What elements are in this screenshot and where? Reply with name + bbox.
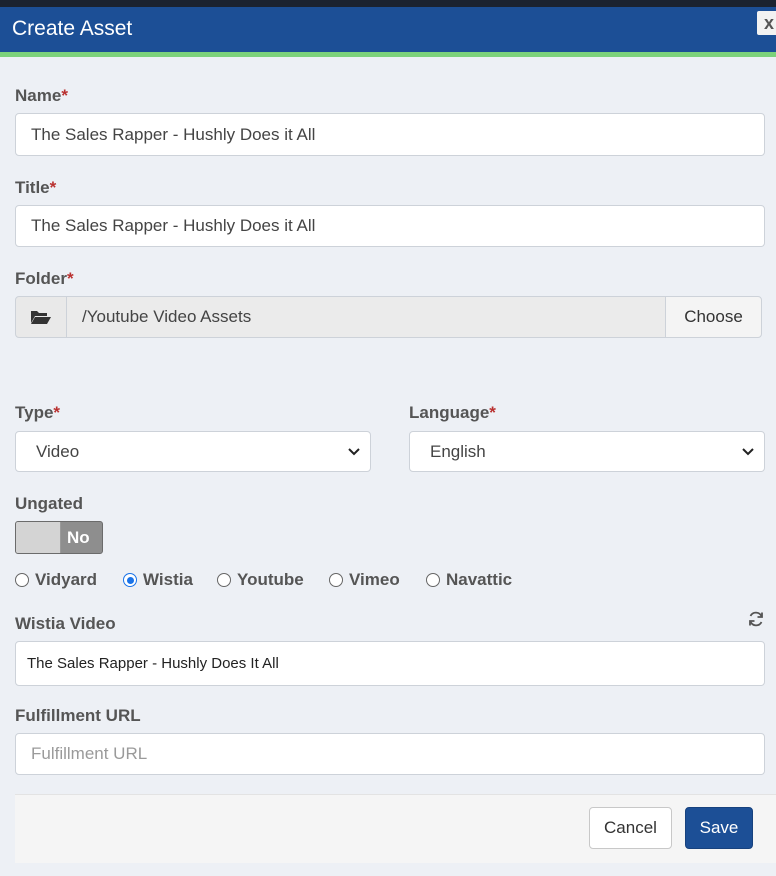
dialog-title: Create Asset (12, 17, 133, 40)
window-top-strip (0, 0, 776, 7)
radio-circle (15, 573, 29, 587)
title-label: Title* (15, 178, 57, 197)
close-icon: x (764, 13, 775, 33)
type-select[interactable]: Video (15, 431, 371, 472)
accent-bar (0, 52, 776, 57)
save-button[interactable]: Save (685, 807, 753, 849)
fulfillment-url-label: Fulfillment URL (15, 706, 141, 725)
radio-circle (217, 573, 231, 587)
dialog-header: Create Asset (0, 7, 776, 52)
folder-path-field[interactable]: /Youtube Video Assets (66, 296, 666, 338)
chevron-down-icon (742, 448, 754, 456)
folder-label: Folder* (15, 269, 74, 288)
required-marker: * (53, 403, 61, 422)
required-marker: * (61, 86, 68, 105)
type-label: Type* (15, 403, 61, 422)
type-select-value: Video (36, 441, 80, 461)
radio-circle-checked (123, 573, 137, 587)
toggle-state-text: No (67, 528, 90, 547)
folder-open-icon[interactable] (15, 296, 67, 338)
radio-circle (426, 573, 440, 587)
ungated-toggle[interactable]: No (15, 521, 103, 554)
name-input[interactable]: The Sales Rapper - Hushly Does it All (15, 113, 765, 156)
required-marker: * (66, 269, 74, 288)
ungated-label: Ungated (15, 494, 83, 513)
language-label: Language* (409, 403, 496, 422)
required-marker: * (49, 178, 57, 197)
language-select[interactable]: English (409, 431, 765, 472)
refresh-icon[interactable] (747, 610, 765, 628)
wistia-video-label: Wistia Video (15, 614, 116, 633)
radio-navattic[interactable]: Navattic (426, 570, 512, 590)
radio-wistia[interactable]: Wistia (123, 570, 193, 590)
language-select-value: English (430, 441, 486, 461)
name-label: Name* (15, 86, 68, 105)
choose-folder-button[interactable]: Choose (665, 296, 762, 338)
toggle-knob (16, 522, 61, 553)
chevron-down-icon (348, 448, 360, 456)
cancel-button[interactable]: Cancel (589, 807, 672, 849)
fulfillment-url-input[interactable]: Fulfillment URL (15, 733, 765, 775)
close-button[interactable]: x (757, 11, 776, 35)
title-input[interactable]: The Sales Rapper - Hushly Does it All (15, 205, 765, 247)
radio-circle (329, 573, 343, 587)
radio-vimeo[interactable]: Vimeo (329, 570, 400, 590)
wistia-video-select[interactable]: The Sales Rapper - Hushly Does It All (15, 641, 765, 686)
radio-vidyard[interactable]: Vidyard (15, 570, 97, 590)
radio-youtube[interactable]: Youtube (217, 570, 304, 590)
required-marker: * (489, 403, 496, 422)
